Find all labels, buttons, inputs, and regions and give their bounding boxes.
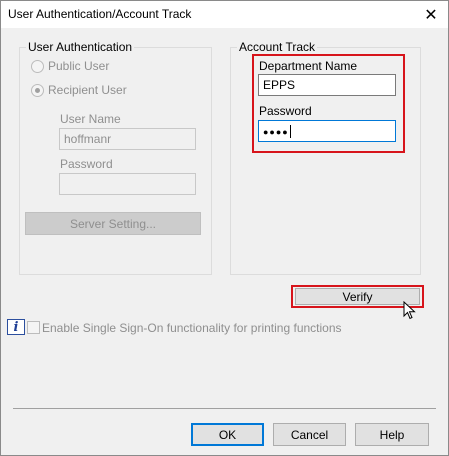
user-name-input[interactable] (59, 128, 196, 150)
account-password-input[interactable]: ●●●● (258, 120, 396, 142)
recipient-user-label: Recipient User (48, 83, 127, 97)
sso-label: Enable Single Sign-On functionality for … (42, 321, 342, 335)
window-title: User Authentication/Account Track (8, 7, 192, 21)
info-icon[interactable]: i (7, 319, 25, 335)
account-password-label: Password (259, 104, 312, 118)
user-auth-password-input[interactable] (59, 173, 196, 195)
sso-checkbox[interactable] (27, 321, 40, 334)
user-auth-password-label: Password (60, 157, 113, 171)
cancel-button[interactable]: Cancel (273, 423, 346, 446)
recipient-user-radio[interactable]: Recipient User (31, 83, 127, 97)
account-track-legend: Account Track (239, 40, 316, 54)
close-icon: ✕ (424, 6, 438, 24)
title-bar: User Authentication/Account Track ✕ (1, 1, 448, 28)
department-name-label: Department Name (259, 59, 358, 73)
verify-button[interactable]: Verify (295, 288, 420, 305)
user-name-label: User Name (60, 112, 121, 126)
public-user-radio-circle (31, 59, 44, 73)
public-user-radio[interactable]: Public User (31, 59, 109, 73)
ok-button[interactable]: OK (191, 423, 264, 446)
close-button[interactable]: ✕ (414, 1, 448, 28)
text-caret (289, 125, 291, 139)
user-authentication-group: User Authentication (19, 40, 212, 275)
server-setting-button[interactable]: Server Setting... (25, 212, 201, 235)
recipient-user-radio-circle (31, 83, 44, 97)
mouse-pointer-icon (403, 301, 416, 320)
public-user-label: Public User (48, 59, 110, 73)
dialog-window: User Authentication/Account Track ✕ User… (0, 0, 449, 456)
department-name-input[interactable] (258, 74, 396, 96)
help-button[interactable]: Help (355, 423, 429, 446)
footer-separator (13, 408, 436, 409)
account-password-mask: ●●●● (263, 127, 289, 137)
user-authentication-legend: User Authentication (28, 40, 133, 54)
